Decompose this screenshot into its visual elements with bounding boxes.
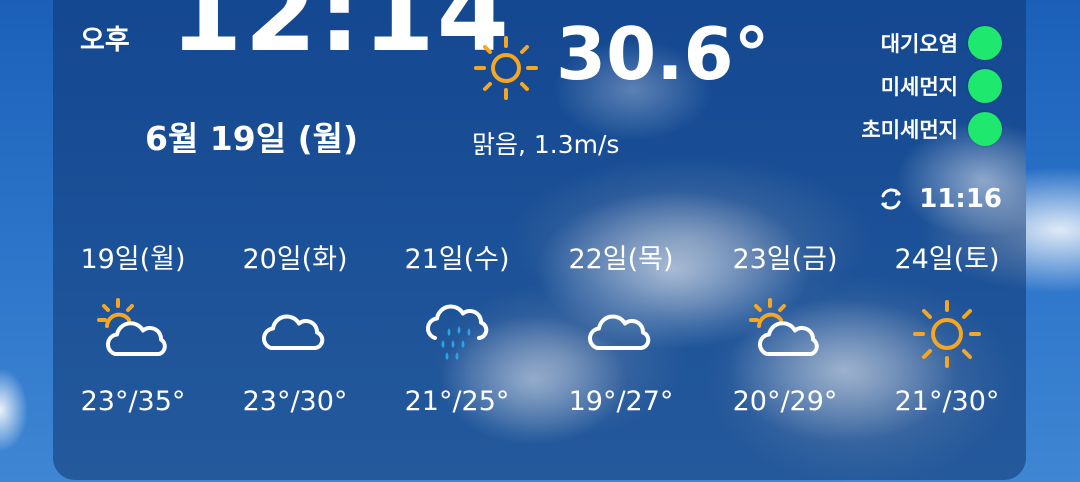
- forecast-day-label: 23일(금): [732, 244, 838, 275]
- forecast-temp-range: 21°/30°: [894, 386, 1000, 417]
- fine-dust-label: 미세먼지: [880, 75, 958, 99]
- cloud-icon: [587, 314, 651, 350]
- sun-cloud-icon: [749, 298, 819, 356]
- forecast-day-label: 24일(토): [894, 244, 1000, 275]
- clock-time: 12:14: [170, 0, 512, 75]
- update-time: 11:16: [919, 184, 1002, 214]
- sun-icon: [913, 300, 981, 368]
- forecast-day-3: 21일(수) 21°/25°: [392, 240, 522, 417]
- refresh-icon[interactable]: [877, 185, 905, 213]
- forecast-temp-range: 23°/30°: [242, 386, 348, 417]
- forecast-day-label: 19일(월): [80, 244, 186, 275]
- ampm-label: 오후: [80, 25, 130, 56]
- update-status[interactable]: 11:16: [877, 184, 1002, 214]
- forecast-temp-range: 20°/29°: [732, 386, 838, 417]
- forecast-day-5: 23일(금) 20°/29°: [720, 240, 850, 417]
- fine-dust-status: 미세먼지: [881, 69, 1002, 103]
- sun-cloud-icon: [97, 298, 167, 356]
- air-pollution-indicator: [968, 26, 1002, 60]
- forecast-temp-range: 21°/25°: [404, 386, 510, 417]
- current-temperature: 30.6°: [556, 12, 770, 96]
- ultrafine-dust-status: 초미세먼지: [861, 112, 1002, 146]
- fine-dust-indicator: [968, 69, 1002, 103]
- air-pollution-label: 대기오염: [880, 32, 958, 56]
- forecast-day-4: 22일(목) 19°/27°: [556, 240, 686, 417]
- rain-icon: [425, 304, 489, 360]
- forecast-day-2: 20일(화) 23°/30°: [230, 240, 360, 417]
- ultrafine-dust-indicator: [968, 112, 1002, 146]
- forecast-day-label: 20일(화): [242, 244, 348, 275]
- sun-icon: [474, 36, 538, 100]
- current-condition: 맑음, 1.3m/s: [472, 130, 620, 159]
- air-pollution-status: 대기오염: [881, 26, 1002, 60]
- forecast-day-label: 22일(목): [568, 244, 674, 275]
- forecast-temp-range: 23°/35°: [80, 386, 186, 417]
- forecast-day-label: 21일(수): [404, 244, 510, 275]
- forecast-temp-range: 19°/27°: [568, 386, 674, 417]
- forecast-day-6: 24일(토) 21°/30°: [882, 240, 1012, 417]
- cloud-icon: [261, 314, 325, 350]
- forecast-day-1: 19일(월) 23°/35°: [68, 240, 198, 417]
- ultrafine-dust-label: 초미세먼지: [861, 118, 958, 142]
- date-label: 6월 19일 (월): [145, 119, 359, 158]
